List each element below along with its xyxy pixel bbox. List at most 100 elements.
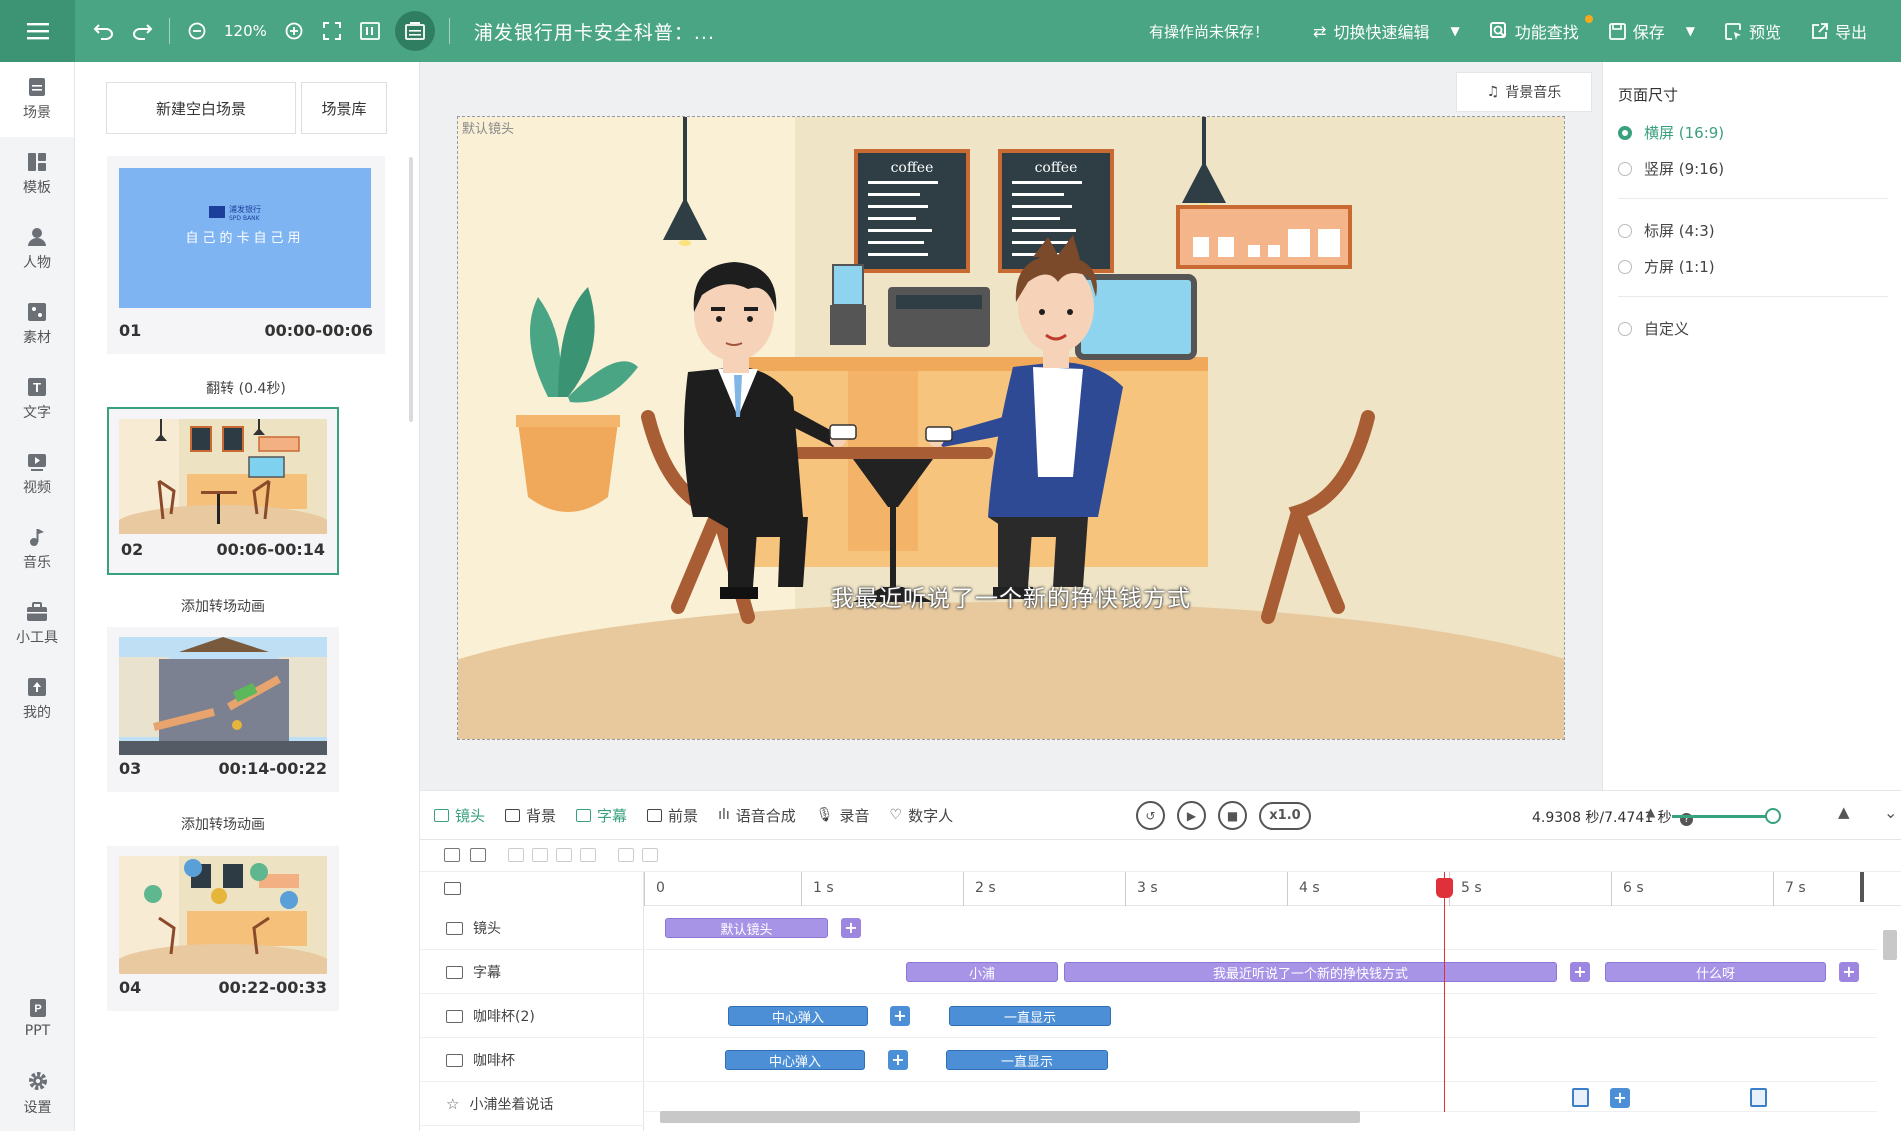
tab-subtitle[interactable]: 字幕 xyxy=(576,805,627,826)
layer-down-icon[interactable] xyxy=(642,848,658,862)
tab-lens[interactable]: 镜头 xyxy=(434,805,485,826)
scene-panel-scrollbar[interactable] xyxy=(409,157,413,422)
scene-library-button[interactable]: 场景库 xyxy=(301,82,387,134)
nav-scene[interactable]: 场景 xyxy=(0,62,74,137)
add-clip-button[interactable]: + xyxy=(890,1006,910,1026)
scene-canvas[interactable]: coffee coffee 我最近听说了一个新的挣快钱方式 xyxy=(457,116,1565,740)
nav-text[interactable]: T 文字 xyxy=(0,362,74,437)
replay-icon[interactable]: ↺ xyxy=(1136,801,1165,830)
tab-tts[interactable]: ılı 语音合成 xyxy=(718,805,796,826)
timeline-clip[interactable]: 一直显示 xyxy=(946,1050,1108,1070)
timeline-end-marker[interactable] xyxy=(1860,872,1864,902)
layer-up-icon[interactable] xyxy=(618,848,634,862)
radio-standard[interactable]: 标屏 (4:3) xyxy=(1618,220,1715,241)
nav-character[interactable]: 人物 xyxy=(0,212,74,287)
document-icon[interactable] xyxy=(1572,1088,1589,1107)
tab-digital-human[interactable]: ♡ 数字人 xyxy=(890,805,954,826)
nav-mine[interactable]: 我的 xyxy=(0,662,74,737)
add-clip-button[interactable]: + xyxy=(1839,962,1859,982)
add-clip-button[interactable]: + xyxy=(1570,962,1590,982)
nav-template[interactable]: 模板 xyxy=(0,137,74,212)
background-music-button[interactable]: ♫ 背景音乐 xyxy=(1456,72,1592,112)
align-right-icon[interactable] xyxy=(556,848,572,862)
preview-button[interactable]: 预览 xyxy=(1725,19,1781,43)
group-icon[interactable] xyxy=(470,848,486,862)
transition-label[interactable]: 翻转 (0.4秒) xyxy=(107,378,385,398)
track-header[interactable]: 镜头 xyxy=(420,906,644,950)
nav-ppt[interactable]: P PPT xyxy=(0,981,75,1056)
subtitle-mode-icon[interactable] xyxy=(394,11,435,51)
zoom-out-icon[interactable] xyxy=(178,12,216,50)
timeline-clip[interactable]: 小浦 xyxy=(906,962,1058,982)
track-header[interactable]: ☆ 小浦坐着说话 xyxy=(420,1082,644,1126)
timeline-zoom-slider[interactable] xyxy=(1672,815,1772,818)
playhead[interactable] xyxy=(1436,872,1453,1112)
nav-music[interactable]: 音乐 xyxy=(0,512,74,587)
timeline-clip[interactable]: 什么呀 xyxy=(1605,962,1826,982)
stop-icon[interactable]: ■ xyxy=(1218,801,1247,830)
transition-label[interactable]: 添加转场动画 xyxy=(107,814,339,834)
menu-icon[interactable] xyxy=(0,0,75,62)
radio-landscape[interactable]: 横屏 (16:9) xyxy=(1618,122,1724,143)
nav-tools[interactable]: 小工具 xyxy=(0,587,74,662)
scene-card[interactable]: 04 00:22-00:33 xyxy=(107,846,339,1011)
play-icon[interactable]: ▶ xyxy=(1177,801,1206,830)
align-center-icon[interactable] xyxy=(532,848,548,862)
document-icon[interactable] xyxy=(1750,1088,1767,1107)
distribute-icon[interactable] xyxy=(580,848,596,862)
radio-button[interactable] xyxy=(1618,321,1632,336)
project-title[interactable]: 浦发银行用卡安全科普：... xyxy=(474,18,715,45)
timeline-clip[interactable]: 中心弹入 xyxy=(725,1050,865,1070)
chevron-down-icon[interactable]: ▼ xyxy=(1450,24,1459,38)
scene-card-selected[interactable]: 02 00:06-00:14 xyxy=(107,407,339,575)
align-left-icon[interactable] xyxy=(508,848,524,862)
time-ruler[interactable]: 0 1 s 2 s 3 s 4 s 5 s 6 s 7 s xyxy=(644,872,1901,906)
save-button[interactable]: 保存 ▼ xyxy=(1608,19,1695,43)
timeline-zoom-handle[interactable] xyxy=(1765,808,1781,824)
fullscreen-icon[interactable] xyxy=(313,12,351,50)
radio-portrait[interactable]: 竖屏 (9:16) xyxy=(1618,158,1724,179)
filter-icon[interactable] xyxy=(444,848,460,862)
radio-custom[interactable]: 自定义 xyxy=(1618,318,1689,339)
radio-button[interactable] xyxy=(1618,161,1632,176)
zoom-in-icon[interactable] xyxy=(275,12,313,50)
scene-card[interactable]: 03 00:14-00:22 xyxy=(107,627,339,792)
chevron-down-icon[interactable]: ▼ xyxy=(1686,24,1695,38)
undo-icon[interactable] xyxy=(85,12,123,50)
track-header[interactable]: 字幕 xyxy=(420,950,644,994)
track-header[interactable]: 咖啡杯 xyxy=(420,1038,644,1082)
tracks-icon[interactable] xyxy=(444,882,461,895)
add-clip-button[interactable]: + xyxy=(841,918,861,938)
nav-material[interactable]: 素材 xyxy=(0,287,74,362)
timeline-zoom-in-icon[interactable]: ▲ xyxy=(1838,803,1850,821)
tab-record[interactable]: 🎙 录音 xyxy=(816,805,870,826)
speed-button[interactable]: x1.0 xyxy=(1259,801,1311,830)
redo-icon[interactable] xyxy=(123,12,161,50)
transition-label[interactable]: 添加转场动画 xyxy=(107,596,339,616)
radio-button[interactable] xyxy=(1618,259,1632,274)
playhead-handle[interactable] xyxy=(1436,878,1453,898)
canvas-subtitle[interactable]: 我最近听说了一个新的挣快钱方式 xyxy=(458,579,1564,613)
radio-square[interactable]: 方屏 (1:1) xyxy=(1618,256,1715,277)
timeline-clip[interactable]: 默认镜头 xyxy=(665,918,828,938)
radio-button[interactable] xyxy=(1618,223,1632,238)
nav-settings[interactable]: 设置 xyxy=(0,1056,75,1131)
feature-search-button[interactable]: 功能查找 xyxy=(1489,15,1593,43)
fit-screen-icon[interactable] xyxy=(351,12,389,50)
timeline-horizontal-scrollbar[interactable] xyxy=(660,1111,1360,1123)
tab-foreground[interactable]: 前景 xyxy=(647,805,698,826)
export-button[interactable]: 导出 xyxy=(1811,19,1867,43)
add-clip-button[interactable]: + xyxy=(1610,1088,1630,1108)
collapse-icon[interactable]: ⌄ xyxy=(1884,803,1897,822)
radio-button[interactable] xyxy=(1618,125,1632,140)
track-header[interactable]: 咖啡杯(2) xyxy=(420,994,644,1038)
add-clip-button[interactable]: + xyxy=(888,1050,908,1070)
timeline-zoom-out-icon[interactable]: ▲ xyxy=(1646,805,1655,819)
timeline-clip[interactable]: 我最近听说了一个新的挣快钱方式 xyxy=(1064,962,1557,982)
nav-video[interactable]: 视频 xyxy=(0,437,74,512)
timeline-vertical-scrollbar[interactable] xyxy=(1883,930,1897,960)
scene-card[interactable]: 浦发银行 SPD BANK 自己的卡自己用 01 00:00-00:06 xyxy=(107,156,385,354)
timeline-clip[interactable]: 一直显示 xyxy=(949,1006,1111,1026)
tab-background[interactable]: 背景 xyxy=(505,805,556,826)
new-blank-scene-button[interactable]: 新建空白场景 xyxy=(106,82,296,134)
